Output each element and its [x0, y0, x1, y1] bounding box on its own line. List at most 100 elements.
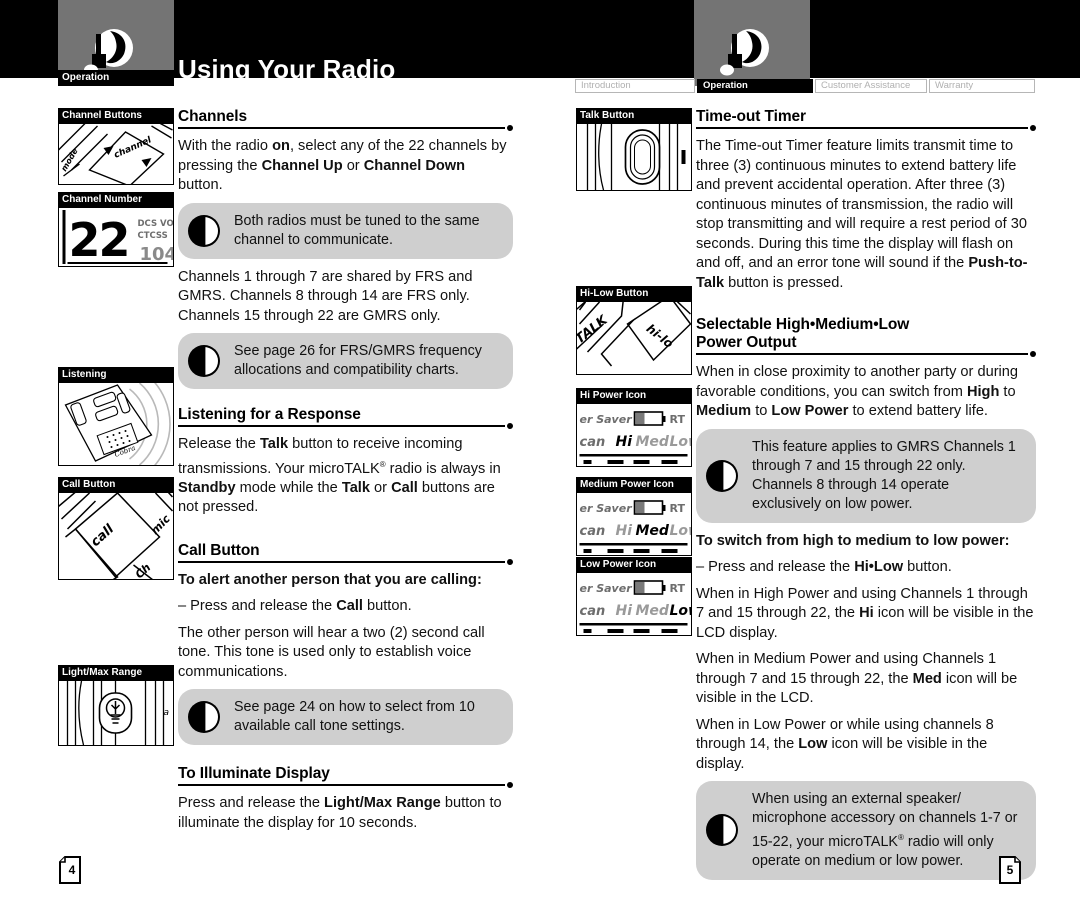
figure-caption: Medium Power Icon [576, 477, 692, 493]
figure-caption: Light/Max Range [58, 665, 174, 681]
figure-image: er Saver RT can Hi Med Low [576, 493, 692, 556]
paragraph-listening: Release the Talk button to receive incom… [178, 436, 501, 516]
info-power-icon [706, 459, 738, 492]
section-heading-power-output-line2: Power Output [696, 334, 797, 351]
heading-rule [178, 558, 513, 570]
med-icon-label: Med [636, 523, 670, 539]
sub-code-value: 104 [140, 244, 174, 265]
paragraph-call-press: – Press and release the Call button. [178, 598, 412, 615]
right-page-content: Time-out Timer The Time-out Timer featur… [696, 108, 1036, 889]
logo-block-left: Operation [58, 0, 174, 86]
svg-text:a: a [164, 708, 170, 718]
heading-rule [696, 125, 1036, 136]
figure-listening: Listening Cobra [58, 367, 174, 466]
figure-caption: Call Button [58, 477, 174, 493]
low-icon-label: Low [670, 434, 692, 450]
figure-hi-power-icon: Hi Power Icon er Saver RT can Hi Med Low [576, 388, 692, 467]
lcd-hi-power-artwork: er Saver RT can Hi Med Low [577, 404, 691, 466]
paragraph-medium-power: When in Medium Power and using Channels … [696, 651, 1018, 706]
radio-logo-icon-right [720, 29, 769, 76]
info-power-icon [706, 814, 738, 847]
hi-low-button-artwork: TALK hi-lo [577, 302, 691, 367]
figure-image: a [58, 681, 174, 746]
figure-channel-buttons: Channel Buttons channel mode [58, 108, 174, 185]
tab-introduction[interactable]: Introduction [575, 79, 695, 93]
hi-icon-label: Hi [616, 603, 633, 619]
figure-caption: Channel Number [58, 192, 174, 208]
section-tab-bar[interactable]: Introduction Operation Customer Assistan… [575, 79, 1035, 93]
page-marker-right: 5 [998, 856, 1022, 884]
logo-block-right [694, 0, 810, 86]
note-text: This feature applies to GMRS Channels 1 … [752, 438, 1016, 512]
info-power-icon [188, 701, 220, 734]
left-page-content: Channels With the radio on, select any o… [178, 108, 513, 833]
heading-rule [178, 423, 513, 434]
section-heading-power-output-line1: Selectable High•Medium•Low [696, 316, 910, 333]
paragraph-power-intro: When in close proximity to another party… [696, 364, 1019, 419]
section-heading-illuminate: To Illuminate Display [178, 765, 330, 783]
section-heading-timeout-timer: Time-out Timer [696, 108, 806, 125]
paragraph-call-tone: The other person will hear a two (2) sec… [178, 624, 485, 680]
light-max-range-artwork: a [66, 681, 170, 745]
med-icon-label: Med [636, 603, 670, 619]
low-icon-label: Low [670, 523, 692, 539]
power-saver-label: er Saver [580, 413, 633, 426]
info-power-icon [188, 345, 220, 377]
heading-rule [178, 125, 513, 136]
low-icon-label: Low [670, 603, 692, 619]
ctcss-label: CTCSS [138, 231, 168, 241]
paragraph-timeout-timer: The Time-out Timer feature limits transm… [696, 138, 1028, 291]
section-heading-listening: Listening for a Response [178, 406, 361, 423]
page-title: Using Your Radio [178, 54, 396, 84]
figure-channel-number: Channel Number 22 DCS VO CTCSS 104 [58, 192, 174, 267]
figure-image: TALK hi-lo [576, 302, 692, 375]
paragraph-channels-intro: With the radio on, select any of the 22 … [178, 138, 507, 193]
logo-caption-left: Operation [58, 70, 174, 86]
figure-caption: Talk Button [576, 108, 692, 124]
rt-label: RT [670, 413, 686, 426]
channel-buttons-artwork: channel mode [59, 124, 173, 184]
figure-medium-power-icon: Medium Power Icon er Saver RT can Hi Med… [576, 477, 692, 556]
call-button-artwork: call mic Ch [59, 493, 173, 579]
figure-image [576, 124, 692, 191]
note-gmrs-channels: This feature applies to GMRS Channels 1 … [696, 428, 1036, 523]
note-same-channel: Both radios must be tuned to the same ch… [178, 202, 513, 259]
tab-operation[interactable]: Operation [697, 79, 813, 93]
rt-label: RT [670, 582, 686, 595]
note-text: See page 26 for FRS/GMRS frequency alloc… [234, 343, 482, 378]
figure-image: 22 DCS VO CTCSS 104 [58, 208, 174, 267]
listening-artwork: Cobra [64, 383, 171, 465]
tab-warranty[interactable]: Warranty [929, 79, 1035, 93]
figure-call-button: Call Button call mic Ch [58, 477, 174, 580]
figure-image: er Saver RT can Hi Med Low [576, 573, 692, 636]
hi-lo-key-label: hi-lo [644, 321, 676, 351]
paragraph-switch-press: – Press and release the Hi•Low button. [696, 559, 952, 575]
figure-caption: Hi-Low Button [576, 286, 692, 302]
svg-text:Ch: Ch [133, 561, 154, 579]
lcd-medium-power-artwork: er Saver RT can Hi Med Low [577, 493, 691, 555]
section-heading-channels: Channels [178, 108, 247, 125]
hi-icon-label: Hi [616, 434, 633, 450]
paragraph-switch-lead: To switch from high to medium to low pow… [696, 532, 1010, 549]
power-saver-label: er Saver [580, 582, 633, 595]
figure-caption: Channel Buttons [58, 108, 174, 124]
scan-label: can [580, 604, 606, 619]
page-marker-left: 4 [58, 856, 82, 884]
paragraph-illuminate: Press and release the Light/Max Range bu… [178, 795, 502, 831]
talk-button-artwork [586, 124, 686, 190]
tab-customer-assistance[interactable]: Customer Assistance [815, 79, 927, 93]
note-text: See page 24 on how to select from 10 ava… [234, 699, 475, 735]
section-heading-call-button: Call Button [178, 541, 260, 559]
med-icon-label: Med [636, 434, 670, 450]
lcd-channel-number-artwork: 22 DCS VO CTCSS 104 [59, 208, 173, 266]
note-external-speaker: When using an external speaker/ micropho… [696, 781, 1036, 880]
scan-label: can [580, 435, 606, 450]
note-text: When using an external speaker/ micropho… [752, 791, 1018, 869]
note-text: Both radios must be tuned to the same ch… [234, 212, 480, 248]
heading-rule [696, 351, 1036, 362]
figure-caption: Hi Power Icon [576, 388, 692, 404]
figure-hi-low-button: Hi-Low Button TALK hi-lo [576, 286, 692, 375]
mic-key-label: mic [148, 512, 173, 537]
figure-low-power-icon: Low Power Icon er Saver RT can Hi Med Lo… [576, 557, 692, 636]
figure-image: Cobra [58, 383, 174, 466]
